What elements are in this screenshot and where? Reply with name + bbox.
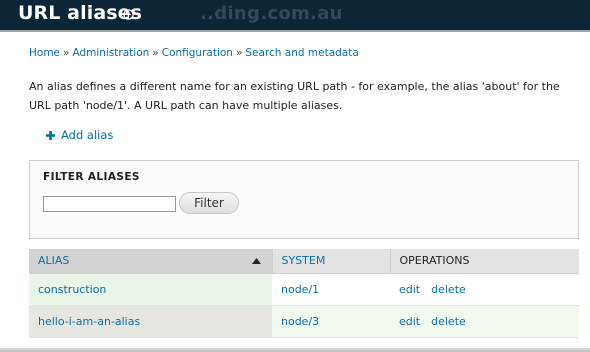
delete-link[interactable]: delete: [431, 283, 466, 296]
operations-cell: edit delete: [390, 305, 579, 338]
filter-button[interactable]: Filter: [179, 192, 239, 214]
column-header-operations: OPERATIONS: [389, 249, 579, 274]
admin-header: URL aliases ..ding.com.au: [0, 0, 590, 30]
filter-input[interactable]: [43, 196, 176, 212]
add-alias-link[interactable]: Add alias: [46, 128, 113, 142]
operations-cell: edit delete: [390, 273, 579, 306]
plus-circle-icon[interactable]: [123, 9, 134, 20]
header-divider: [0, 30, 590, 32]
breadcrumb-separator: »: [152, 47, 159, 59]
page-description: An alias defines a different name for an…: [29, 80, 560, 112]
breadcrumb-configuration[interactable]: Configuration: [162, 47, 233, 59]
delete-link[interactable]: delete: [431, 315, 466, 328]
add-alias-label: Add alias: [61, 128, 114, 142]
column-header-system[interactable]: SYSTEM: [271, 249, 390, 274]
watermark: ..ding.com.au: [200, 3, 343, 24]
breadcrumb-search-and-metadata[interactable]: Search and metadata: [245, 47, 358, 59]
column-header-alias-label: ALIAS: [38, 254, 70, 268]
bottom-divider: [0, 348, 590, 352]
filter-aliases-title: FILTER ALIASES: [43, 171, 140, 183]
breadcrumb: Home» Administration» Configuration» Search…: [29, 47, 359, 59]
breadcrumb-administration[interactable]: Administration: [72, 47, 149, 59]
edit-link[interactable]: edit: [399, 315, 420, 328]
table-row: construction node/1 edit delete: [29, 273, 579, 306]
column-header-alias[interactable]: ALIAS: [29, 249, 272, 274]
filter-aliases-fieldset: FILTER ALIASES Filter: [29, 160, 579, 239]
breadcrumb-home[interactable]: Home: [29, 47, 60, 59]
edit-link[interactable]: edit: [399, 283, 420, 296]
system-path-link[interactable]: node/3: [272, 305, 390, 338]
breadcrumb-separator: »: [63, 47, 70, 59]
plus-icon: [46, 130, 55, 140]
sort-ascending-icon: [251, 258, 261, 264]
aliases-table: ALIAS SYSTEM OPERATIONS construction nod…: [29, 249, 579, 338]
table-header-row: ALIAS SYSTEM OPERATIONS: [29, 249, 579, 274]
alias-link[interactable]: construction: [29, 273, 272, 306]
alias-link[interactable]: hello-i-am-an-alias: [29, 305, 272, 338]
breadcrumb-separator: »: [235, 47, 243, 59]
table-row: hello-i-am-an-alias node/3 edit delete: [29, 305, 579, 338]
system-path-link[interactable]: node/1: [272, 273, 390, 306]
